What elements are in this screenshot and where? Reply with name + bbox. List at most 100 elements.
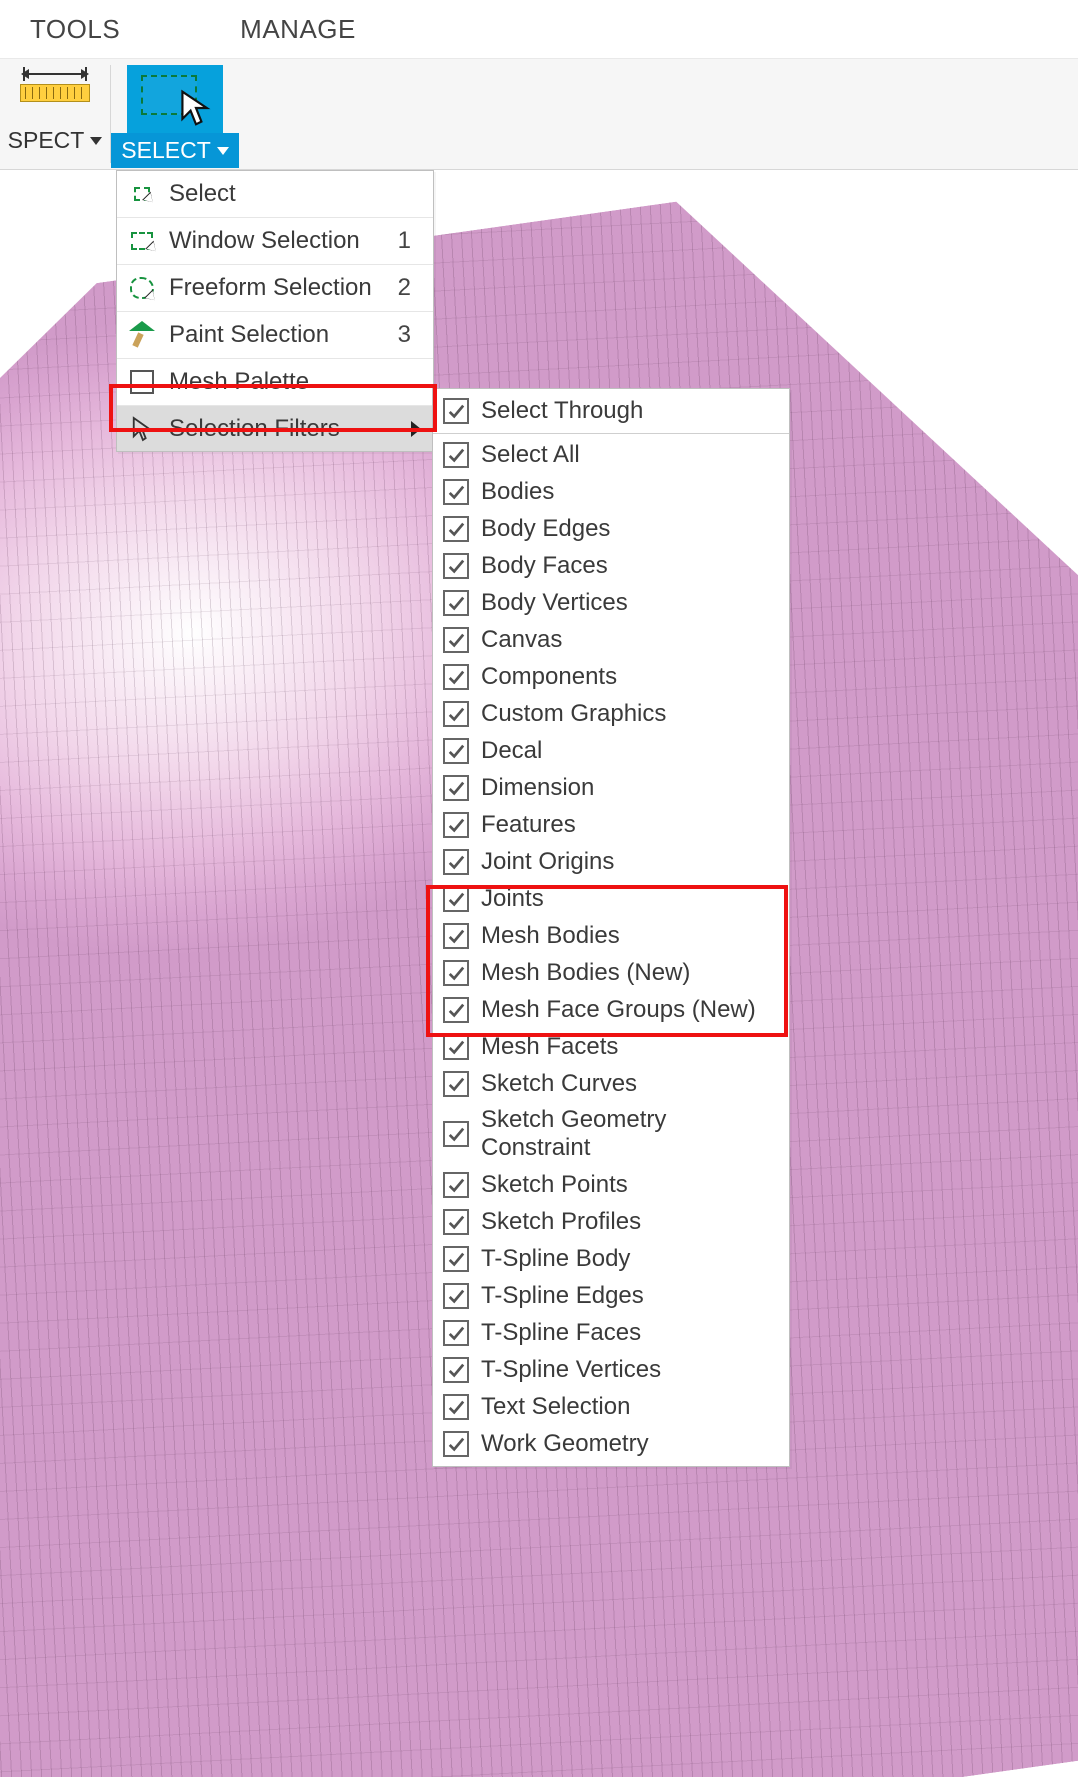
checkbox-checked-icon[interactable] [443, 849, 469, 875]
select-dropdown[interactable]: SELECT [111, 133, 238, 168]
checkbox-checked-icon[interactable] [443, 738, 469, 764]
checkbox-checked-icon[interactable] [443, 442, 469, 468]
filter-dimension[interactable]: Dimension [433, 769, 789, 806]
filter-label: Components [481, 663, 617, 691]
checkbox-empty-icon [127, 367, 157, 397]
ribbon-toolbar: SPECT SELECT [0, 58, 1078, 170]
filter-label: Mesh Face Groups (New) [481, 996, 756, 1024]
filter-sketch-profiles[interactable]: Sketch Profiles [433, 1203, 789, 1240]
checkbox-checked-icon[interactable] [443, 886, 469, 912]
filter-tspline-faces[interactable]: T-Spline Faces [433, 1314, 789, 1351]
filter-label: T-Spline Edges [481, 1282, 644, 1310]
checkbox-checked-icon[interactable] [443, 1209, 469, 1235]
checkbox-checked-icon[interactable] [443, 590, 469, 616]
filter-sketch-points[interactable]: Sketch Points [433, 1166, 789, 1203]
menu-item-window-selection[interactable]: Window Selection 1 [117, 217, 433, 264]
filter-tspline-body[interactable]: T-Spline Body [433, 1240, 789, 1277]
filter-body-vertices[interactable]: Body Vertices [433, 584, 789, 621]
filter-mesh-facets[interactable]: Mesh Facets [433, 1028, 789, 1065]
filter-mesh-face-groups-new[interactable]: Mesh Face Groups (New) [433, 991, 789, 1028]
tab-manage[interactable]: MANAGE [210, 0, 386, 59]
chevron-right-icon [411, 421, 421, 437]
checkbox-checked-icon[interactable] [443, 1320, 469, 1346]
app-root: TOOLS MANAGE SPECT SELECT [0, 0, 1078, 1777]
measure-icon[interactable] [19, 63, 91, 123]
filter-label: Sketch Points [481, 1171, 628, 1199]
filter-custom-graphics[interactable]: Custom Graphics [433, 695, 789, 732]
menu-item-mesh-palette[interactable]: Mesh Palette [117, 358, 433, 405]
filter-label: Body Faces [481, 552, 608, 580]
filter-bodies[interactable]: Bodies [433, 473, 789, 510]
checkbox-checked-icon[interactable] [443, 775, 469, 801]
filter-label: T-Spline Vertices [481, 1356, 661, 1384]
select-menu: Select Window Selection 1 Freeform Selec… [116, 170, 434, 452]
filter-select-all[interactable]: Select All [433, 436, 789, 473]
menu-item-selection-filters[interactable]: Selection Filters [117, 405, 433, 451]
inspect-dropdown[interactable]: SPECT [0, 123, 112, 158]
filter-components[interactable]: Components [433, 658, 789, 695]
filter-label: Sketch Geometry Constraint [481, 1106, 775, 1162]
filter-work-geometry[interactable]: Work Geometry [433, 1425, 789, 1462]
chevron-down-icon [90, 137, 102, 145]
select-icon [127, 179, 157, 209]
checkbox-checked-icon[interactable] [443, 664, 469, 690]
filter-label: Mesh Bodies [481, 922, 620, 950]
checkbox-checked-icon[interactable] [443, 1394, 469, 1420]
filter-label: Custom Graphics [481, 700, 666, 728]
checkbox-checked-icon[interactable] [443, 1034, 469, 1060]
checkbox-checked-icon[interactable] [443, 1071, 469, 1097]
filter-body-edges[interactable]: Body Edges [433, 510, 789, 547]
checkbox-checked-icon[interactable] [443, 701, 469, 727]
checkbox-checked-icon[interactable] [443, 1246, 469, 1272]
menu-item-label: Selection Filters [169, 415, 340, 443]
checkbox-checked-icon[interactable] [443, 516, 469, 542]
filter-text-selection[interactable]: Text Selection [433, 1388, 789, 1425]
filter-label: Body Edges [481, 515, 610, 543]
filter-sketch-curves[interactable]: Sketch Curves [433, 1065, 789, 1102]
menu-item-paint-selection[interactable]: Paint Selection 3 [117, 311, 433, 358]
checkbox-checked-icon[interactable] [443, 1172, 469, 1198]
filter-joints[interactable]: Joints [433, 880, 789, 917]
tab-tools[interactable]: TOOLS [0, 0, 150, 59]
filter-tspline-vertices[interactable]: T-Spline Vertices [433, 1351, 789, 1388]
checkbox-checked-icon[interactable] [443, 1121, 469, 1147]
selection-filters-submenu: Select Through Select All Bodies Body Ed… [432, 388, 790, 1467]
paint-selection-icon [127, 320, 157, 350]
checkbox-checked-icon[interactable] [443, 960, 469, 986]
tool-group-inspect: SPECT [0, 59, 110, 169]
select-tool-button[interactable] [127, 65, 223, 133]
checkbox-checked-icon[interactable] [443, 923, 469, 949]
menu-item-label: Freeform Selection [169, 274, 372, 302]
filter-label: Mesh Facets [481, 1033, 618, 1061]
checkbox-checked-icon[interactable] [443, 812, 469, 838]
filter-features[interactable]: Features [433, 806, 789, 843]
filter-mesh-bodies[interactable]: Mesh Bodies [433, 917, 789, 954]
filter-label: Mesh Bodies (New) [481, 959, 690, 987]
tool-group-select: SELECT [110, 59, 240, 169]
filter-body-faces[interactable]: Body Faces [433, 547, 789, 584]
checkbox-checked-icon[interactable] [443, 553, 469, 579]
checkbox-checked-icon[interactable] [443, 1357, 469, 1383]
checkbox-checked-icon[interactable] [443, 398, 469, 424]
menu-item-select[interactable]: Select [117, 171, 433, 217]
filter-label: Sketch Curves [481, 1070, 637, 1098]
inspect-label: SPECT [8, 127, 85, 154]
filter-select-through[interactable]: Select Through [433, 393, 789, 434]
filter-sketch-geometry-constraint[interactable]: Sketch Geometry Constraint [433, 1102, 789, 1166]
checkbox-checked-icon[interactable] [443, 1431, 469, 1457]
menu-item-shortcut: 3 [398, 321, 421, 349]
filter-label: Features [481, 811, 576, 839]
filter-mesh-bodies-new[interactable]: Mesh Bodies (New) [433, 954, 789, 991]
menu-item-freeform-selection[interactable]: Freeform Selection 2 [117, 264, 433, 311]
filter-tspline-edges[interactable]: T-Spline Edges [433, 1277, 789, 1314]
filter-label: Text Selection [481, 1393, 630, 1421]
checkbox-checked-icon[interactable] [443, 479, 469, 505]
freeform-selection-icon [127, 273, 157, 303]
filter-decal[interactable]: Decal [433, 732, 789, 769]
checkbox-checked-icon[interactable] [443, 1283, 469, 1309]
checkbox-checked-icon[interactable] [443, 627, 469, 653]
filter-canvas[interactable]: Canvas [433, 621, 789, 658]
filter-label: Select All [481, 441, 580, 469]
filter-joint-origins[interactable]: Joint Origins [433, 843, 789, 880]
checkbox-checked-icon[interactable] [443, 997, 469, 1023]
